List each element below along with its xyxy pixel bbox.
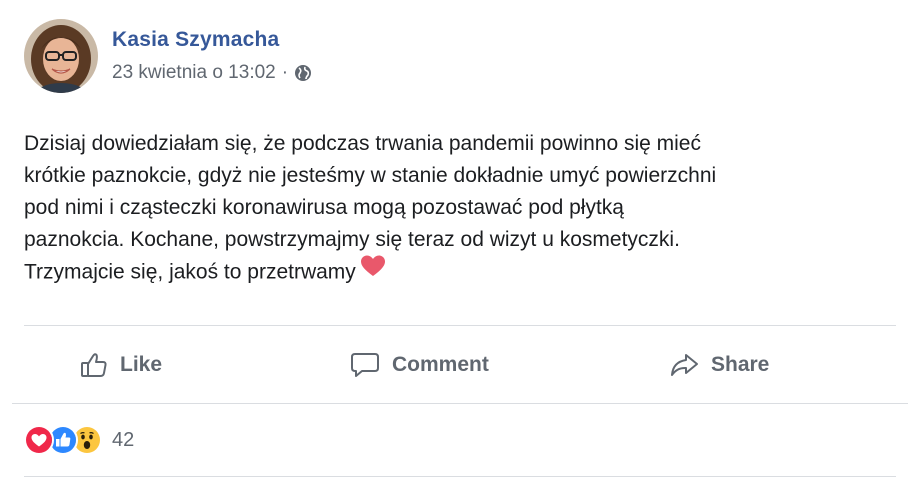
post-text-line: Trzymajcie się, jakoś to przetrwamy [24, 260, 356, 284]
post-text-line: krótkie paznokcie, gdyż nie jesteśmy w s… [24, 164, 717, 187]
comment-bubble-icon [350, 351, 380, 379]
globe-icon[interactable] [294, 64, 312, 82]
thumbs-up-icon [80, 351, 108, 379]
like-button[interactable]: Like [80, 338, 162, 392]
post-text-line: Dzisiaj dowiedziałam się, że podczas trw… [24, 132, 701, 155]
post-text-last-line: Trzymajcie się, jakoś to przetrwamy [24, 254, 884, 290]
heart-emoji [360, 254, 386, 288]
like-label: Like [120, 353, 163, 376]
share-arrow-icon [669, 351, 699, 379]
share-button[interactable]: Share [669, 338, 769, 392]
post-header: Kasia Szymacha 23 kwietnia o 13:02 · [24, 18, 312, 94]
facebook-post: Kasia Szymacha 23 kwietnia o 13:02 · Dzi… [0, 0, 920, 491]
reaction-icons [24, 425, 102, 455]
share-label: Share [711, 353, 770, 376]
avatar-photo [24, 19, 98, 93]
divider [24, 325, 896, 326]
comment-label: Comment [392, 353, 489, 376]
separator-dot: · [281, 62, 289, 83]
love-reaction-icon [24, 425, 54, 455]
post-text-line: paznokcia. Kochane, powstrzymajmy się te… [24, 228, 680, 251]
divider [12, 403, 908, 404]
comment-button[interactable]: Comment [350, 338, 489, 392]
avatar[interactable] [24, 19, 98, 93]
post-subline: 23 kwietnia o 13:02 · [112, 62, 312, 84]
post-actions-bar: Like Comment Share [24, 338, 896, 392]
reactions-summary[interactable]: 42 [24, 424, 134, 456]
post-text-line: pod nimi i cząsteczki koronawirusa mogą … [24, 196, 624, 219]
timestamp-link[interactable]: 23 kwietnia o 13:02 [112, 62, 276, 84]
reaction-count[interactable]: 42 [112, 429, 134, 452]
author-name-link[interactable]: Kasia Szymacha [112, 28, 312, 52]
post-text: Dzisiaj dowiedziałam się, że podczas trw… [24, 128, 884, 290]
divider [24, 476, 896, 477]
post-meta: Kasia Szymacha 23 kwietnia o 13:02 · [112, 28, 312, 84]
